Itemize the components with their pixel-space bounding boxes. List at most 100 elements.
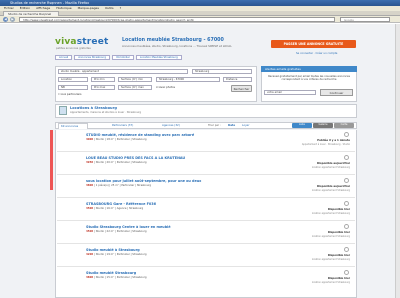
listing-details: 380€ | 1 pièce(s) | 25 m² | Particulier … bbox=[86, 184, 151, 187]
listing-details: 420€ | Studio | 19 m² | Particulier | St… bbox=[86, 253, 147, 256]
listing-category: location appartement Strasbourg bbox=[311, 212, 350, 215]
list-item[interactable]: STRASBOURG Gare - Référence F036 350€ | … bbox=[57, 200, 355, 221]
listing-date: Disponible hier bbox=[327, 277, 350, 280]
favorite-icon[interactable] bbox=[344, 270, 349, 275]
list-item[interactable]: Studio meublé à Strasbourg 420€ | Studio… bbox=[57, 246, 355, 267]
scrollbar[interactable] bbox=[395, 24, 400, 298]
sort-date[interactable]: Date bbox=[228, 123, 235, 128]
location-banner-subtitle: Appartements, maisons et studios à louer… bbox=[70, 111, 142, 114]
view-list-button[interactable]: Liste bbox=[292, 123, 312, 128]
address-bar[interactable]: http://www.vivastreet.com/appartement-lo… bbox=[19, 17, 335, 22]
menu-item-file[interactable]: Fichier bbox=[4, 6, 14, 10]
photos-only-label: Avec photos bbox=[159, 86, 175, 89]
favorite-icon[interactable] bbox=[344, 224, 349, 229]
listing-category: location appartement Strasbourg bbox=[311, 189, 350, 192]
listing-title[interactable]: LOUE BEAU STUDIO PRES DES FACS A LA KRUT… bbox=[86, 156, 185, 160]
listing-title[interactable]: Studio meublé à Strasbourg bbox=[86, 248, 140, 252]
type-select[interactable]: Location bbox=[58, 77, 88, 82]
list-item[interactable]: Studio Strasbourg Centre à louer en meub… bbox=[57, 223, 355, 244]
listing-desc: | Studio | 18 m² | Particulier | Strasbo… bbox=[93, 138, 147, 141]
menu-item-history[interactable]: Historique bbox=[56, 6, 71, 10]
breadcrumb-home[interactable]: Accueil bbox=[55, 55, 73, 60]
rooms-select[interactable]: NB bbox=[58, 85, 88, 90]
listing-title[interactable]: STUDIO meublé, résidence de standing ave… bbox=[86, 133, 194, 137]
side-ad-strip bbox=[50, 130, 53, 190]
listing-title[interactable]: Studio Strasbourg Centre à louer en meub… bbox=[86, 225, 171, 229]
list-item[interactable]: LOUE BEAU STUDIO PRES DES FACS A LA KRUT… bbox=[57, 154, 355, 175]
listing-details: 400€ | Studio | 18 m² | Particulier | St… bbox=[86, 138, 147, 141]
listing-title[interactable]: sous location pour juillet août-septembr… bbox=[86, 179, 201, 183]
listing-category: location appartement Strasbourg bbox=[311, 281, 350, 284]
window-title: Studios de recherche Rsqnnen - Mozilla F… bbox=[10, 1, 90, 5]
site-logo[interactable]: vivastreet bbox=[55, 37, 109, 47]
listing-details: 350€ | Studio | 16 m² | Agence | Strasbo… bbox=[86, 207, 143, 210]
menu-item-view[interactable]: Affichage bbox=[36, 6, 50, 10]
listing-desc: | 1 pièce(s) | 25 m² | Particulier | Str… bbox=[93, 184, 152, 187]
listing-category: location appartement Strasbourg bbox=[311, 258, 350, 261]
listing-thumbnail[interactable] bbox=[59, 249, 82, 264]
listing-thumbnail[interactable] bbox=[59, 157, 82, 172]
email-field[interactable]: votre email bbox=[264, 90, 316, 95]
menu-item-tools[interactable]: Outils bbox=[105, 6, 114, 10]
favorite-icon[interactable] bbox=[344, 201, 349, 206]
search-button[interactable]: Rechercher bbox=[231, 85, 252, 92]
list-item[interactable]: sous location pour juillet août-septembr… bbox=[57, 177, 355, 198]
listing-thumbnail[interactable] bbox=[59, 272, 82, 287]
surface-max-select[interactable]: Surface (m²) max bbox=[118, 85, 152, 90]
page-subtitle: Annonces meublées, studio, Strasbourg, l… bbox=[122, 44, 232, 48]
list-item[interactable]: STUDIO meublé, résidence de standing ave… bbox=[57, 131, 355, 152]
view-map-button[interactable]: Carte bbox=[334, 123, 354, 128]
tab-agencies[interactable]: Agences (32) bbox=[162, 123, 180, 128]
menu-item-bookmarks[interactable]: Marque-pages bbox=[78, 6, 99, 10]
email-alert-header: Alertes emails gratuites bbox=[261, 66, 357, 72]
owners-only-checkbox[interactable]: ☐ Aux particuliers bbox=[58, 93, 82, 96]
distance-select[interactable]: Distance bbox=[223, 77, 252, 82]
listing-date: Disponible hier bbox=[327, 254, 350, 257]
listing-thumbnail[interactable] bbox=[59, 134, 82, 149]
menu-item-edit[interactable]: Édition bbox=[20, 6, 30, 10]
listing-desc: | Studio | 20 m² | Particulier | Strasbo… bbox=[93, 161, 147, 164]
logo-part-a: viva bbox=[55, 37, 77, 47]
location-field[interactable]: Strasbourg bbox=[192, 69, 252, 74]
tab-all[interactable]: 69 annonces bbox=[58, 123, 88, 129]
surface-min-select[interactable]: Surface (m²) min bbox=[118, 77, 152, 82]
listing-title[interactable]: Studio meublé Strasbourg bbox=[86, 271, 136, 275]
location-banner-title[interactable]: Locations à Strasbourg bbox=[70, 106, 117, 110]
radius-select[interactable]: Strasbourg - 67000 bbox=[156, 77, 220, 82]
favorite-icon[interactable] bbox=[344, 178, 349, 183]
back-icon[interactable]: ◀ bbox=[3, 17, 8, 22]
favorite-icon[interactable] bbox=[344, 247, 349, 252]
breadcrumb-category[interactable]: Immobilier bbox=[111, 55, 134, 60]
listing-title[interactable]: STRASBOURG Gare - Référence F036 bbox=[86, 202, 156, 206]
breadcrumb-city[interactable]: Annonces Strasbourg bbox=[74, 55, 110, 60]
listing-details: 380€ | Studio | 15 m² | Particulier | St… bbox=[86, 276, 147, 279]
alert-continue-button[interactable]: Continuer bbox=[320, 89, 353, 96]
logo-tagline: petites annonces gratuites bbox=[56, 47, 91, 50]
menu-item-help[interactable]: ? bbox=[120, 6, 122, 10]
logo-part-b: street bbox=[76, 37, 109, 47]
favorite-icon[interactable] bbox=[344, 132, 349, 137]
view-gallery-button[interactable]: Galerie bbox=[313, 123, 333, 128]
breadcrumb-current[interactable]: Location Meublée Strasbourg bbox=[135, 55, 182, 60]
search-input[interactable]: Google bbox=[340, 17, 390, 22]
photos-only-checkbox[interactable]: ☑ Avec photos bbox=[156, 86, 175, 89]
favorite-icon[interactable] bbox=[344, 155, 349, 160]
sort-label: Trier par : bbox=[208, 123, 221, 127]
post-ad-button[interactable]: PASSER UNE ANNONCE GRATUITE bbox=[271, 40, 356, 48]
price-min-select[interactable]: Prix min bbox=[91, 77, 115, 82]
listing-date: Disponible aujourd'hui bbox=[317, 162, 350, 165]
listing-desc: | Studio | 16 m² | Agence | Strasbourg bbox=[93, 207, 144, 210]
owners-only-label: Aux particuliers bbox=[61, 93, 82, 96]
sort-price[interactable]: Loyer bbox=[242, 123, 249, 128]
listing-thumbnail[interactable] bbox=[59, 226, 82, 241]
keyword-field[interactable]: studio meublé · appartement bbox=[58, 69, 188, 74]
tab-private[interactable]: Particuliers (37) bbox=[112, 123, 133, 128]
forward-icon[interactable]: ▶ bbox=[10, 17, 15, 22]
listing-date: Publiée il y a 1 minute bbox=[317, 139, 350, 142]
listing-thumbnail[interactable] bbox=[59, 180, 82, 195]
list-item[interactable]: Studio meublé Strasbourg 380€ | Studio |… bbox=[57, 269, 355, 290]
price-max-select[interactable]: Prix max bbox=[91, 85, 115, 90]
listing-thumbnail[interactable] bbox=[59, 203, 82, 218]
listing-date: Disponible hier bbox=[327, 231, 350, 234]
account-links[interactable]: Se connecter · Créer un compte bbox=[296, 52, 337, 55]
